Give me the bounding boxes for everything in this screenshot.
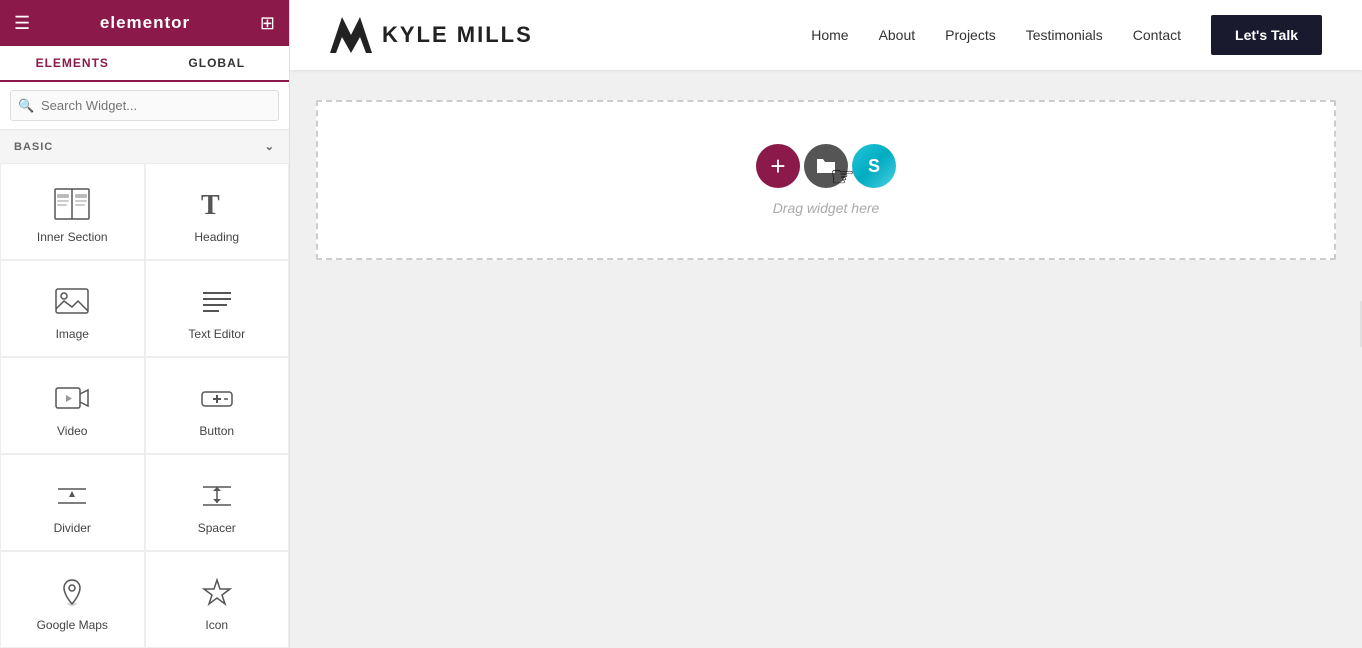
widget-button-label: Button [199,424,234,438]
widget-icon[interactable]: Icon [145,551,290,648]
section-collapse-icon: ⌄ [265,140,275,153]
elementor-logo: elementor [100,13,190,33]
search-bar: 🔍 [0,82,289,130]
drop-zone-text: Drag widget here [773,200,880,216]
svg-text:T: T [201,190,220,220]
logo-mark-icon [330,17,372,53]
widget-divider-label: Divider [54,521,91,535]
widget-image[interactable]: Image [0,260,145,357]
nav-cta-button[interactable]: Let's Talk [1211,15,1322,55]
add-widget-button[interactable]: + [756,144,800,188]
widget-google-maps[interactable]: Google Maps [0,551,145,648]
button-icon [199,380,235,416]
google-maps-icon [54,574,90,610]
inner-section-icon [54,186,90,222]
nav-contact[interactable]: Contact [1133,27,1181,43]
spacer-icon [199,477,235,513]
nav-projects[interactable]: Projects [945,27,996,43]
site-header: KYLE MILLS Home About Projects Testimoni… [290,0,1362,70]
text-editor-icon [199,283,235,319]
tab-global[interactable]: GLOBAL [145,46,290,80]
section-basic-label: BASIC [14,141,53,153]
widget-image-label: Image [56,327,89,341]
widget-video[interactable]: Video [0,357,145,454]
search-icon: 🔍 [18,98,34,114]
widget-inner-section[interactable]: Inner Section [0,163,145,260]
widget-button[interactable]: Button [145,357,290,454]
widget-icon-label: Icon [205,618,228,632]
right-canvas: KYLE MILLS Home About Projects Testimoni… [290,0,1362,648]
widget-divider[interactable]: Divider [0,454,145,551]
section-basic-header[interactable]: BASIC ⌄ [0,130,289,163]
heading-icon: T [199,186,235,222]
nav-about[interactable]: About [879,27,916,43]
widget-spacer[interactable]: Spacer [145,454,290,551]
tab-elements[interactable]: ELEMENTS [0,46,145,82]
drop-zone[interactable]: + S Drag widget here [316,100,1336,260]
icon-widget-icon [199,574,235,610]
widget-inner-section-label: Inner Section [37,230,108,244]
widgets-grid: Inner Section T Heading Image [0,163,289,648]
drop-zone-buttons: + S [756,144,896,188]
logo-text: KYLE MILLS [382,22,533,48]
widget-spacer-label: Spacer [198,521,236,535]
nav-home[interactable]: Home [811,27,848,43]
canvas-area: ☞ + S Drag widget here [290,70,1362,290]
widget-video-label: Video [57,424,87,438]
site-nav: Home About Projects Testimonials Contact… [811,15,1322,55]
grid-icon[interactable]: ⊞ [260,13,275,34]
search-input[interactable] [10,90,279,121]
widget-heading[interactable]: T Heading [145,163,290,260]
panel-header: ☰ elementor ⊞ [0,0,289,46]
video-icon [54,380,90,416]
image-icon [54,283,90,319]
widget-text-editor-label: Text Editor [188,327,245,341]
site-logo: KYLE MILLS [330,17,533,53]
folder-button[interactable] [804,144,848,188]
hamburger-icon[interactable]: ☰ [14,13,30,34]
widget-google-maps-label: Google Maps [37,618,108,632]
s-button[interactable]: S [852,144,896,188]
widget-text-editor[interactable]: Text Editor [145,260,290,357]
left-panel: ☰ elementor ⊞ ELEMENTS GLOBAL 🔍 BASIC ⌄ [0,0,290,648]
divider-icon [54,477,90,513]
nav-testimonials[interactable]: Testimonials [1026,27,1103,43]
widget-heading-label: Heading [194,230,239,244]
panel-tabs: ELEMENTS GLOBAL [0,46,289,82]
